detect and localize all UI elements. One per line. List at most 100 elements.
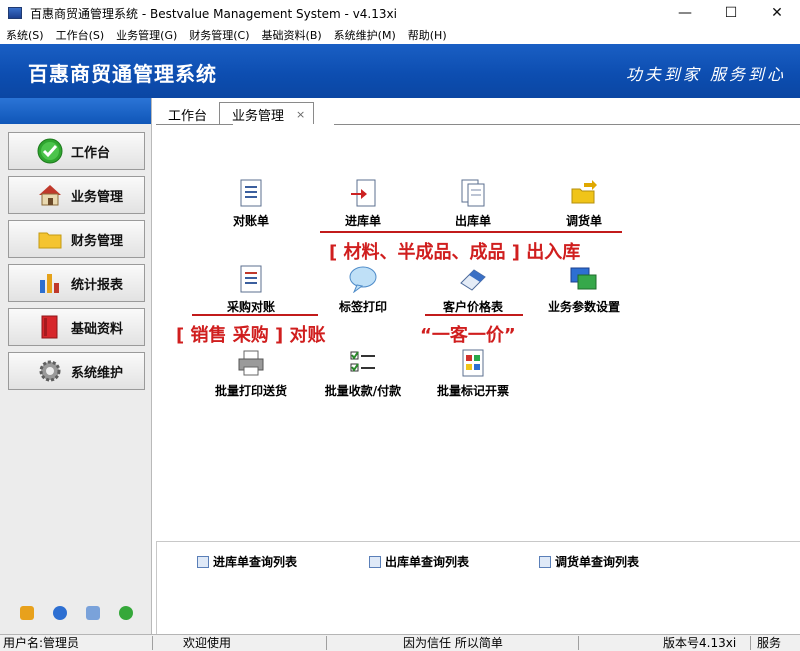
stock-out-order[interactable]: 出库单 <box>428 178 518 229</box>
menu-system[interactable]: 系统(S) <box>6 27 44 43</box>
book-icon <box>37 314 63 340</box>
check-circle-icon <box>37 138 63 164</box>
app-icon <box>8 7 22 19</box>
batch-print-label: 批量打印送货 <box>214 384 287 398</box>
app-name: 百惠商贸通管理系统 <box>28 62 217 86</box>
menu-help[interactable]: 帮助(H) <box>408 27 447 43</box>
search-document-icon <box>197 555 209 568</box>
label-print-label: 标签打印 <box>338 300 387 314</box>
transfer-label: 调货单 <box>565 214 602 228</box>
document-icon <box>236 178 266 208</box>
sidebar-item-label: 统计报表 <box>71 277 124 293</box>
reconcile-statement[interactable]: 对账单 <box>206 178 296 229</box>
sidebar-item-label: 系统维护 <box>71 365 124 381</box>
folder-icon <box>37 226 63 252</box>
sidebar-item-label: 工作台 <box>71 145 111 161</box>
tab-label: 业务管理 <box>232 108 285 124</box>
search-document-icon <box>369 555 381 568</box>
copy-document-icon <box>458 178 488 208</box>
key-icon[interactable] <box>19 606 34 620</box>
tab-strip: 工作台 业务管理 × <box>156 101 315 125</box>
query-label: 调货单查询列表 <box>555 555 640 569</box>
business-parameters-label: 业务参数设置 <box>547 300 620 314</box>
back-arrow-icon[interactable] <box>118 606 133 620</box>
bar-chart-icon <box>37 270 63 296</box>
query-label: 出库单查询列表 <box>385 555 470 569</box>
batch-payment[interactable]: 批量收款/付款 <box>318 348 408 399</box>
minimize-button[interactable]: — <box>662 0 708 26</box>
transfer-query-link[interactable]: 调货单查询列表 <box>539 553 639 570</box>
sidebar-item-label: 财务管理 <box>71 233 124 249</box>
sidebar-item-workbench[interactable]: 工作台 <box>8 132 145 170</box>
sidebar-item-basic-data[interactable]: 基础资料 <box>8 308 145 346</box>
windows-icon <box>569 264 599 294</box>
sidebar-item-business[interactable]: 业务管理 <box>8 176 145 214</box>
menu-basic-data[interactable]: 基础资料(B) <box>262 27 322 43</box>
slogan: 功夫到家 服务到心 <box>625 65 786 84</box>
status-version: 版本号4.13xi <box>663 636 737 650</box>
menu-workbench[interactable]: 工作台(S) <box>56 27 105 43</box>
query-panel: 进库单查询列表 出库单查询列表 调货单查询列表 <box>156 541 800 634</box>
batch-print-delivery[interactable]: 批量打印送货 <box>206 348 296 399</box>
tab-workbench[interactable]: 工作台 <box>156 103 219 125</box>
window-controls: — ☐ ✕ <box>662 0 800 26</box>
colored-document-icon <box>458 348 488 378</box>
customer-price-label: 客户价格表 <box>442 300 503 314</box>
price-underline <box>425 314 523 316</box>
folder-arrow-icon <box>569 178 599 208</box>
menu-finance[interactable]: 财务管理(C) <box>189 27 249 43</box>
house-icon <box>37 182 63 208</box>
transfer-order[interactable]: 调货单 <box>539 178 629 229</box>
batch-invoice-label: 批量标记开票 <box>436 384 509 398</box>
import-document-icon <box>348 178 378 208</box>
stock-in-order[interactable]: 进库单 <box>318 178 408 229</box>
batch-invoice-mark[interactable]: 批量标记开票 <box>428 348 518 399</box>
business-parameters[interactable]: 业务参数设置 <box>539 264 629 315</box>
search-document-icon <box>539 555 551 568</box>
sidebar-header <box>0 98 151 124</box>
sidebar-item-maintenance[interactable]: 系统维护 <box>8 352 145 390</box>
title-bar: 百惠商贸通管理系统 - Bestvalue Management System … <box>0 0 800 26</box>
status-welcome: 欢迎使用 <box>183 636 232 650</box>
status-bar: 用户名:管理员 欢迎使用 因为信任 所以简单 版本号4.13xi 服务 <box>0 634 800 651</box>
checklist-icon <box>348 348 378 378</box>
sidebar-item-reports[interactable]: 统计报表 <box>8 264 145 302</box>
sidebar-item-finance[interactable]: 财务管理 <box>8 220 145 258</box>
price-annotation: “一客一价” <box>420 325 516 346</box>
purchase-reconcile-label: 采购对账 <box>226 300 275 314</box>
search-window-icon[interactable] <box>85 606 100 620</box>
sidebar-item-label: 基础资料 <box>71 321 124 337</box>
gear-icon <box>37 358 63 384</box>
menu-maintenance[interactable]: 系统维护(M) <box>334 27 396 43</box>
stock-in-query-link[interactable]: 进库单查询列表 <box>197 553 297 570</box>
sidebar-tools <box>0 606 152 620</box>
sidebar: 工作台 业务管理 财务管理 统计报表 基础资料 系统维护 <box>0 98 152 634</box>
status-motto: 因为信任 所以简单 <box>403 636 503 650</box>
stock-annotation: [ 材料、半成品、成品 ] 出入库 <box>329 242 581 263</box>
app-banner: 百惠商贸通管理系统 功夫到家 服务到心 <box>0 44 800 98</box>
menu-business[interactable]: 业务管理(G) <box>116 27 177 43</box>
menu-bar: 系统(S) 工作台(S) 业务管理(G) 财务管理(C) 基础资料(B) 系统维… <box>0 26 800 44</box>
status-user: 用户名:管理员 <box>3 636 80 650</box>
label-print[interactable]: 标签打印 <box>318 264 408 315</box>
tab-business[interactable]: 业务管理 × <box>219 102 315 125</box>
status-service: 服务 <box>757 636 782 650</box>
customer-price-list[interactable]: 客户价格表 <box>428 264 518 315</box>
stock-out-query-link[interactable]: 出库单查询列表 <box>369 553 469 570</box>
stock-underline <box>320 231 622 233</box>
query-label: 进库单查询列表 <box>213 555 298 569</box>
stock-out-label: 出库单 <box>454 214 491 228</box>
tab-close-icon[interactable]: × <box>296 108 305 121</box>
maximize-button[interactable]: ☐ <box>708 0 754 26</box>
eraser-icon <box>458 264 488 294</box>
sidebar-item-label: 业务管理 <box>71 189 124 205</box>
reconcile-underline <box>192 314 318 316</box>
stock-in-label: 进库单 <box>344 214 381 228</box>
purchase-reconcile[interactable]: 采购对账 <box>206 264 296 315</box>
clock-icon[interactable] <box>52 606 67 620</box>
reconcile-annotation: [ 销售 采购 ] 对账 <box>176 325 326 346</box>
close-button[interactable]: ✕ <box>754 0 800 26</box>
printer-icon <box>236 348 266 378</box>
batch-payment-label: 批量收款/付款 <box>324 384 402 398</box>
speech-bubble-icon <box>348 264 378 294</box>
